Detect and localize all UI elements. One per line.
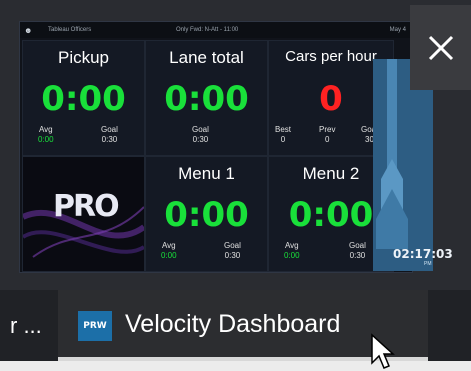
pickup-avg-value: 0:00 (38, 135, 54, 144)
menu1-avg-label: Avg (161, 241, 176, 250)
menu2-goal-label: Goal (349, 241, 366, 250)
cars-best-value: 0 (280, 135, 286, 144)
dashboard-logo-icon: ☻ (24, 25, 33, 35)
menu1-avg: Avg 0:00 (161, 241, 177, 261)
menu1-goal: Goal 0:30 (224, 241, 241, 261)
pickup-title: Pickup (57, 48, 110, 67)
menu2-goal-value: 0:30 (349, 251, 366, 260)
pickup-goal-value: 0:30 (101, 135, 118, 144)
metrics-grid: Pickup 0:00 Avg 0:00 Goal 0:30 Lane tota… (22, 40, 394, 272)
menu1-goal-label: Goal (224, 241, 241, 250)
previous-taskbar-item[interactable]: r ... (10, 313, 42, 339)
pro-logo: PRO (53, 189, 120, 224)
menu1-goal-value: 0:30 (224, 251, 241, 260)
velocity-app-icon: PRW (78, 311, 112, 341)
tower-graphic (376, 59, 408, 249)
lane-total-value: 0:00 (164, 79, 249, 119)
menu2-avg-label: Avg (284, 241, 299, 250)
cars-prev-label: Prev (319, 125, 336, 134)
header-date: Only Fwd: N-Att - 11:00 (176, 27, 239, 33)
store-name: Tableau Officers (48, 27, 92, 33)
menu1-tile: Menu 1 0:00 Avg 0:00 Goal 0:30 (145, 156, 268, 272)
window-preview[interactable]: ☻ Tableau Officers Only Fwd: N-Att - 11:… (0, 0, 471, 290)
menu2-avg-value: 0:00 (284, 251, 300, 260)
side-clock: 02:17:03 (393, 247, 453, 261)
pickup-avg: Avg 0:00 (38, 125, 54, 145)
lane-total-goal-value: 0:30 (192, 135, 209, 144)
cars-best: Best 0 (275, 125, 291, 145)
cars-prev: Prev 0 (319, 125, 335, 145)
side-panel (373, 59, 433, 271)
lane-total-goal: Goal 0:30 (192, 125, 209, 145)
pickup-goal: Goal 0:30 (101, 125, 118, 145)
mouse-cursor-icon (371, 333, 395, 369)
menu1-avg-value: 0:00 (161, 251, 177, 260)
pickup-avg-label: Avg (38, 125, 53, 134)
pro-logo-tile: PRO (22, 156, 145, 272)
cars-prev-value: 0 (325, 135, 330, 144)
taskbar-item-label: Velocity Dashboard (125, 310, 341, 338)
dashboard-thumbnail: ☻ Tableau Officers Only Fwd: N-Att - 11:… (19, 21, 413, 273)
menu2-avg: Avg 0:00 (284, 241, 300, 261)
cars-best-label: Best (275, 125, 292, 134)
close-icon (428, 35, 453, 60)
lane-total-tile: Lane total 0:00 Goal 0:30 (145, 40, 268, 156)
menu1-title: Menu 1 (178, 164, 235, 183)
header-day: May 4 (389, 27, 406, 33)
lane-total-goal-label: Goal (192, 125, 209, 134)
close-button[interactable] (410, 5, 471, 90)
pickup-goal-label: Goal (101, 125, 118, 134)
lane-total-title: Lane total (169, 48, 244, 67)
side-ampm: PM (424, 261, 432, 267)
dashboard-header: ☻ Tableau Officers Only Fwd: N-Att - 11:… (20, 22, 412, 38)
pickup-value: 0:00 (41, 79, 126, 119)
menu2-goal: Goal 0:30 (349, 241, 366, 261)
pickup-tile: Pickup 0:00 Avg 0:00 Goal 0:30 (22, 40, 145, 156)
menu1-value: 0:00 (164, 195, 249, 235)
